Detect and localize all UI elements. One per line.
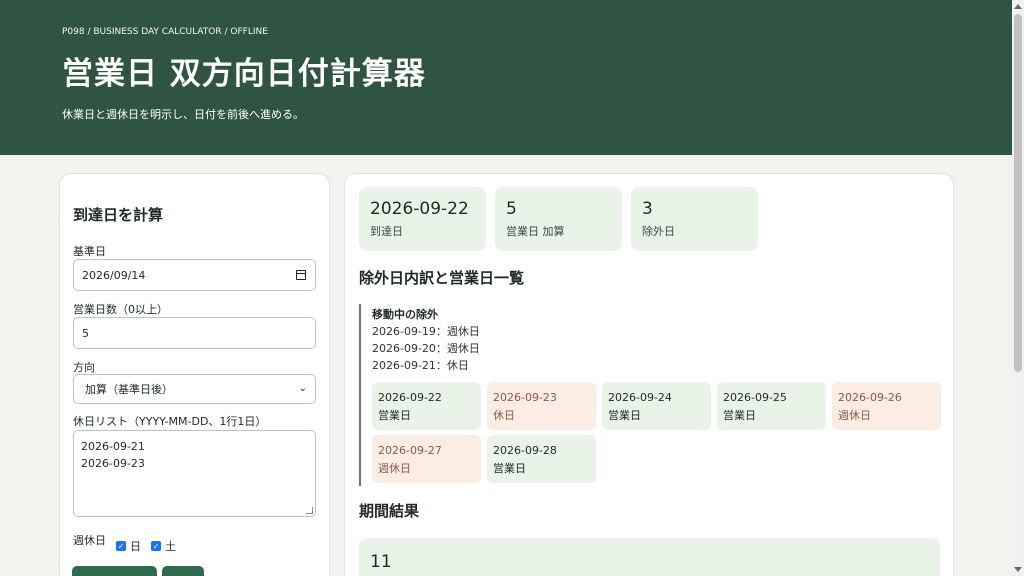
weekly-holidays: 週休日 ✓ 日 ✓ 土	[73, 532, 176, 553]
exclusion-line: 2026-09-19：週休日	[372, 325, 480, 338]
scroll-up-icon[interactable]	[1014, 4, 1022, 9]
period-heading: 期間結果	[359, 502, 420, 520]
stat-card-business-days: 5 営業日 加算	[495, 187, 622, 251]
page-header: P098 / BUSINESS DAY CALCULATOR / OFFLINE…	[0, 0, 1012, 155]
results-panel: 2026-09-22 到達日 5 営業日 加算 3 除外日 除外日内訳と営業日一…	[344, 173, 954, 576]
holiday-line: 2026-09-23	[81, 457, 145, 470]
days-input[interactable]: 5	[73, 317, 316, 349]
holiday-line: 2026-09-21	[81, 440, 145, 453]
direction-label: 方向	[73, 361, 95, 374]
day-card: 2026-09-24 営業日	[602, 382, 711, 430]
direction-select[interactable]: 加算（基準日後） ⌄	[73, 374, 316, 404]
weekly-checkbox-sunday[interactable]: ✓ 日	[116, 538, 141, 554]
day-card: 2026-09-25 営業日	[717, 382, 826, 430]
day-card: 2026-09-23 休日	[487, 382, 596, 430]
base-date-value: 2026/09/14	[82, 268, 146, 282]
stat-label: 到達日	[370, 225, 403, 238]
stat-card-excluded: 3 除外日	[631, 187, 758, 251]
secondary-button[interactable]	[162, 566, 204, 576]
base-date-input[interactable]: 2026/09/14	[73, 259, 316, 291]
calculate-button[interactable]	[72, 566, 157, 576]
exclusion-subheading: 移動中の除外	[372, 308, 438, 321]
period-value: 11	[370, 552, 392, 572]
weekly-checkbox-saturday[interactable]: ✓ 土	[151, 538, 176, 554]
resize-handle-icon[interactable]	[306, 507, 313, 514]
page-scrollbar[interactable]	[1012, 0, 1024, 576]
form-heading: 到達日を計算	[73, 206, 164, 224]
period-result-card: 11	[359, 538, 940, 576]
page-title: 営業日 双方向日付計算器	[62, 56, 426, 92]
days-value: 5	[82, 326, 89, 340]
direction-value: 加算（基準日後）	[85, 383, 173, 396]
chevron-down-icon: ⌄	[298, 383, 307, 394]
calc-form-panel: 到達日を計算 基準日 2026/09/14 営業日数（0以上） 5 方向 加算（…	[59, 173, 330, 576]
page-subtitle: 休業日と週休日を明示し、日付を前後へ進める。	[62, 108, 304, 121]
day-card: 2026-09-27 週休日	[372, 435, 481, 483]
weekly-label: 週休日	[73, 534, 106, 547]
checkmark-icon[interactable]: ✓	[116, 541, 126, 551]
stat-value: 2026-09-22	[370, 199, 469, 219]
day-card: 2026-09-26 週休日	[832, 382, 941, 430]
calendar-icon[interactable]	[296, 270, 306, 280]
breakdown-heading: 除外日内訳と営業日一覧	[359, 269, 525, 287]
day-card: 2026-09-22 営業日	[372, 382, 481, 430]
checkmark-icon[interactable]: ✓	[151, 541, 161, 551]
holidays-label: 休日リスト（YYYY-MM-DD、1行1日）	[73, 415, 267, 428]
stat-label: 営業日 加算	[506, 225, 565, 238]
exclusion-line: 2026-09-20：週休日	[372, 342, 480, 355]
stat-value: 3	[642, 199, 653, 219]
scroll-down-icon[interactable]	[1014, 567, 1022, 572]
breakdown-block: 移動中の除外 2026-09-19：週休日 2026-09-20：週休日 202…	[359, 304, 941, 486]
holidays-textarea[interactable]: 2026-09-21 2026-09-23	[73, 430, 316, 517]
scrollbar-thumb[interactable]	[1014, 14, 1022, 372]
exclusion-line: 2026-09-21：休日	[372, 359, 469, 372]
eyebrow-text: P098 / BUSINESS DAY CALCULATOR / OFFLINE	[62, 27, 268, 37]
stat-card-arrival: 2026-09-22 到達日	[359, 187, 486, 251]
day-card: 2026-09-28 営業日	[487, 435, 596, 483]
days-label: 営業日数（0以上）	[73, 303, 168, 316]
stat-label: 除外日	[642, 225, 675, 238]
stat-value: 5	[506, 199, 517, 219]
base-date-label: 基準日	[73, 245, 106, 258]
